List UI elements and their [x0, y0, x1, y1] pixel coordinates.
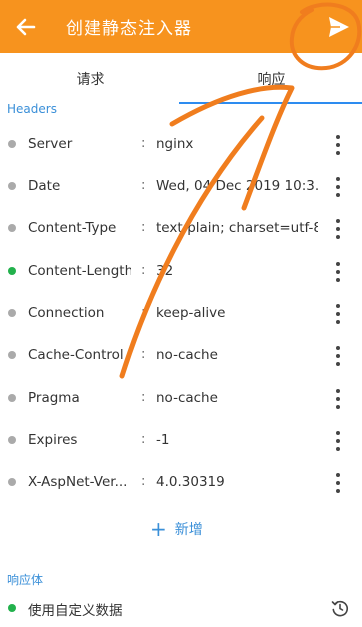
headers-section-label: Headers: [7, 102, 57, 116]
header-name: Content-Type: [28, 220, 117, 236]
header-row[interactable]: Cache-Control : no-cache: [0, 335, 362, 377]
custom-data-label: 使用自定义数据: [28, 603, 123, 619]
header-name: Content-Length: [28, 263, 131, 279]
header-name: X-AspNet-Ver...: [28, 474, 128, 490]
header-separator: :: [141, 220, 146, 235]
header-row[interactable]: Content-Length : 32: [0, 251, 362, 293]
header-name: Pragma: [28, 390, 80, 406]
status-dot[interactable]: [8, 351, 16, 359]
header-value: no-cache: [156, 347, 218, 363]
tab-response[interactable]: 响应: [181, 53, 362, 105]
status-dot[interactable]: [8, 182, 16, 190]
more-vert-icon[interactable]: [329, 343, 347, 369]
status-dot[interactable]: [8, 436, 16, 444]
header-row[interactable]: Connection : keep-alive: [0, 293, 362, 335]
more-vert-icon[interactable]: [329, 386, 347, 412]
history-button[interactable]: [330, 598, 350, 618]
header-value: 32: [156, 263, 174, 279]
header-separator: :: [141, 263, 146, 278]
more-vert-icon[interactable]: [329, 301, 347, 327]
status-dot[interactable]: [8, 478, 16, 486]
header-value: 4.0.30319: [156, 474, 225, 490]
header-value: no-cache: [156, 390, 218, 406]
plus-icon: +: [150, 517, 167, 541]
header-separator: :: [141, 432, 146, 447]
header-value: text/plain; charset=utf-8: [156, 220, 318, 236]
header-row[interactable]: Date : Wed, 04 Dec 2019 10:3...: [0, 166, 362, 208]
header-name: Server: [28, 136, 73, 152]
more-vert-icon[interactable]: [329, 428, 347, 454]
status-dot[interactable]: [8, 394, 16, 402]
header-name: Connection: [28, 305, 105, 321]
arrow-left-icon: [16, 18, 36, 36]
page-title: 创建静态注入器: [66, 19, 192, 39]
header-value: Wed, 04 Dec 2019 10:3...: [156, 178, 318, 194]
header-value: keep-alive: [156, 305, 226, 321]
header-separator: :: [141, 347, 146, 362]
more-vert-icon[interactable]: [329, 259, 347, 285]
add-header-button[interactable]: + 新增: [150, 516, 203, 542]
header-separator: :: [141, 305, 146, 320]
status-dot[interactable]: [8, 604, 16, 612]
add-header-label: 新增: [174, 522, 203, 538]
header-row[interactable]: Server : nginx: [0, 124, 362, 166]
header-separator: :: [141, 178, 146, 193]
tab-request-label: 请求: [76, 72, 105, 88]
more-vert-icon[interactable]: [329, 174, 347, 200]
tab-response-label: 响应: [257, 72, 286, 88]
header-row[interactable]: X-AspNet-Ver... : 4.0.30319: [0, 462, 362, 504]
header-separator: :: [141, 390, 146, 405]
tab-request[interactable]: 请求: [0, 53, 181, 105]
header-value: nginx: [156, 136, 194, 152]
more-vert-icon[interactable]: [329, 216, 347, 242]
status-dot[interactable]: [8, 309, 16, 317]
back-button[interactable]: [8, 9, 44, 45]
header-row[interactable]: Expires : -1: [0, 420, 362, 462]
header-separator: :: [141, 136, 146, 151]
header-separator: :: [141, 474, 146, 489]
send-icon: [329, 17, 349, 37]
tab-bar: 请求 响应: [0, 53, 362, 105]
history-icon: [331, 600, 349, 617]
header-row[interactable]: Content-Type : text/plain; charset=utf-8: [0, 208, 362, 250]
status-dot[interactable]: [8, 267, 16, 275]
more-vert-icon[interactable]: [329, 132, 347, 158]
send-button[interactable]: [320, 9, 356, 45]
app-bar: 创建静态注入器: [0, 0, 362, 53]
header-name: Cache-Control: [28, 347, 124, 363]
header-value: -1: [156, 432, 170, 448]
status-dot[interactable]: [8, 140, 16, 148]
active-tab-indicator: [179, 102, 362, 104]
header-name: Date: [28, 178, 61, 194]
more-vert-icon[interactable]: [329, 470, 347, 496]
response-body-section-label: 响应体: [7, 573, 44, 587]
header-row[interactable]: Pragma : no-cache: [0, 378, 362, 420]
header-name: Expires: [28, 432, 78, 448]
status-dot[interactable]: [8, 224, 16, 232]
custom-data-row[interactable]: 使用自定义数据: [0, 593, 362, 623]
